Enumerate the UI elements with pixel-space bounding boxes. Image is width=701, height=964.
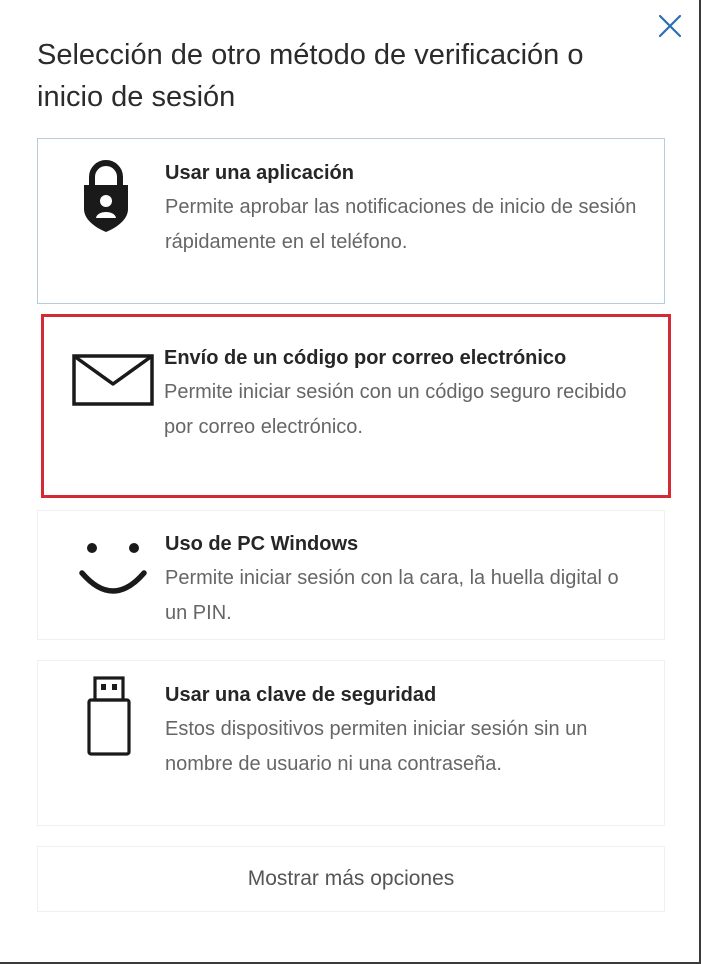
show-more-options-button[interactable]: Mostrar más opciones (37, 846, 665, 912)
option-windows-pc[interactable]: Uso de PC Windows Permite iniciar sesión… (37, 510, 665, 640)
option-description: Estos dispositivos permiten iniciar sesi… (165, 718, 588, 775)
option-title: Usar una aplicación (165, 162, 354, 184)
close-button[interactable] (652, 8, 688, 44)
usb-key-icon (84, 675, 134, 757)
option-title: Uso de PC Windows (165, 533, 359, 555)
dialog-title: Selección de otro método de verificación… (37, 39, 584, 113)
option-security-key[interactable]: Usar una clave de seguridad Estos dispos… (37, 660, 665, 826)
close-icon (658, 14, 682, 38)
option-description: Permite iniciar sesión con la cara, la h… (165, 567, 619, 624)
option-title: Envío de un código por correo electrónic… (164, 347, 567, 369)
option-description: Permite iniciar sesión con un código seg… (164, 381, 627, 438)
envelope-icon (72, 354, 154, 406)
option-email-code[interactable]: Envío de un código por correo electrónic… (41, 314, 671, 498)
option-title: Usar una clave de seguridad (165, 684, 437, 706)
lock-icon (78, 153, 134, 233)
smiley-face-icon (78, 537, 148, 599)
option-description: Permite aprobar las notificaciones de in… (165, 196, 637, 253)
option-use-app[interactable]: Usar una aplicación Permite aprobar las … (37, 138, 665, 304)
sign-in-options-dialog: Selección de otro método de verificación… (0, 0, 701, 964)
